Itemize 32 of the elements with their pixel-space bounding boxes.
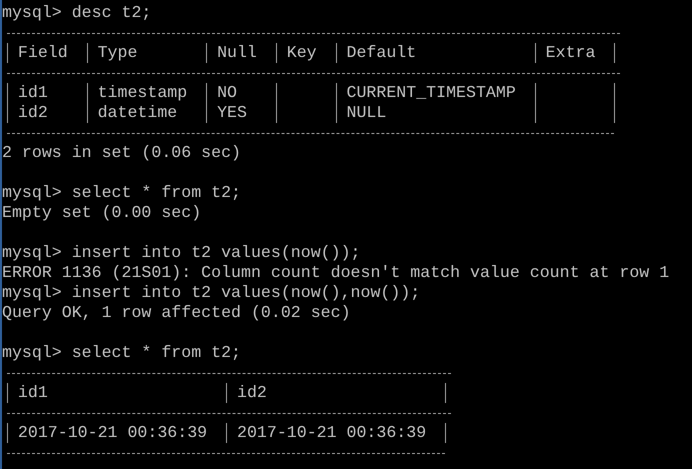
prompt-text: mysql> <box>2 183 62 202</box>
prompt-text: mysql> <box>2 283 62 302</box>
command-text: select * from t2; <box>72 343 242 362</box>
prompt-text: mysql> <box>2 243 62 262</box>
output-text: Query OK, 1 row affected (0.02 sec) <box>2 303 351 322</box>
table-cell: timestamp <box>86 83 206 103</box>
table-cell: id2 <box>6 103 87 123</box>
column-header: Type <box>86 43 206 63</box>
column-header: Null <box>206 43 276 63</box>
output-text: 2 rows in set (0.06 sec) <box>2 143 241 162</box>
column-header: Extra <box>534 43 614 63</box>
table-cell: YES <box>206 103 276 123</box>
table-cell: 2017-10-21 00:36:39 <box>226 423 446 443</box>
command-text: desc t2; <box>72 3 152 22</box>
output-text: Empty set (0.00 sec) <box>2 203 202 222</box>
output-text: ERROR 1136 (21S01): Column count doesn't match value count at row 1 <box>2 263 670 282</box>
command-text: insert into t2 values(now()); <box>72 243 360 262</box>
table-cell: NO <box>206 83 276 103</box>
column-header: Key <box>276 43 336 63</box>
command-text: insert into t2 values(now(),now()); <box>72 283 420 302</box>
column-header: Field <box>6 43 87 63</box>
table-cell: id1 <box>6 83 87 103</box>
table-cell: NULL <box>336 103 535 123</box>
table-cell: CURRENT_TIMESTAMP <box>336 83 535 103</box>
column-header: id2 <box>226 383 446 403</box>
command-text: select * from t2; <box>72 183 242 202</box>
table-cell: 2017-10-21 00:36:39 <box>6 423 226 443</box>
table-cell: datetime <box>86 103 206 123</box>
prompt-text: mysql> <box>2 3 62 22</box>
column-header: id1 <box>6 383 226 403</box>
prompt-text: mysql> <box>2 343 62 362</box>
column-header: Default <box>336 43 535 63</box>
